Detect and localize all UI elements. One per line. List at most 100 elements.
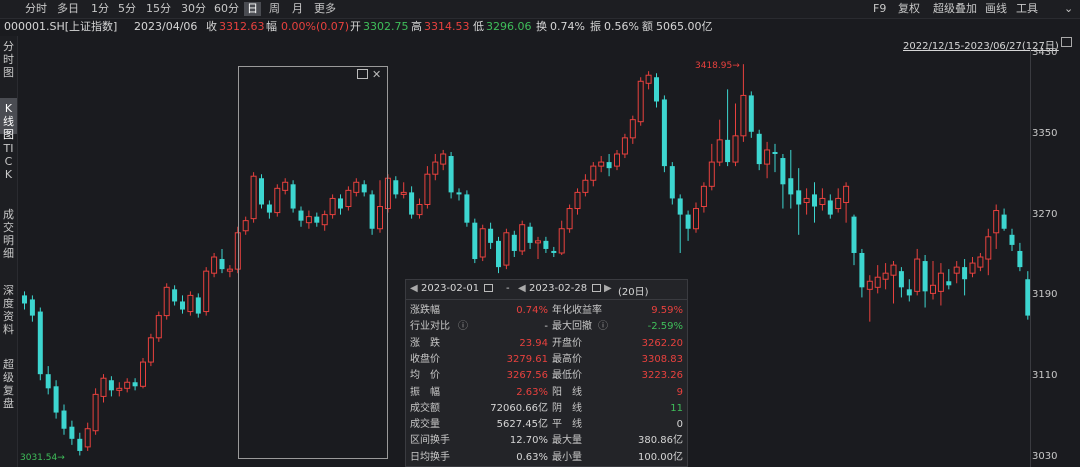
toolbar-right-2[interactable]: 超级叠加 (933, 2, 977, 16)
stats-v2: 3223.26 (641, 370, 683, 382)
stats-l2: 阳 线 (552, 386, 582, 398)
stats-row: 日均换手 0.63% 最小量 100.00亿 (406, 451, 687, 464)
candle-body (788, 178, 794, 195)
timeframe-toolbar: 分时 多日 1分 5分 15分 30分 60分日周月更多 F9 复权 超级叠加 画线 工具 ⌄ (0, 0, 1080, 19)
candle-body (740, 94, 747, 137)
close-value: 3312.63 (219, 20, 265, 33)
chevron-down-icon[interactable]: ⌄ (1064, 2, 1073, 16)
candle-body (155, 315, 162, 339)
timeframe-8[interactable]: 周 (266, 2, 283, 16)
stats-v1: - (544, 321, 548, 333)
left-sidebar: 分时图 K线图 TICK 成交明细深度资料超级复盘 (0, 36, 18, 467)
candle-body (496, 240, 501, 268)
sidebar-tab-5[interactable]: 超级复盘 (0, 354, 17, 424)
candle-body (985, 236, 992, 260)
candle-body (456, 192, 462, 195)
prev-icon[interactable]: ◀ (410, 283, 418, 294)
stats-row: 涨 跌 23.94 开盘价 3262.20 (406, 337, 687, 350)
candle-body (645, 74, 652, 84)
low-label: 低 (473, 20, 484, 33)
stats-l: 日均换手 (410, 451, 450, 463)
stats-v2: 380.86亿 (638, 435, 683, 447)
timeframe-9[interactable]: 月 (289, 2, 306, 16)
candle-body (1009, 234, 1015, 245)
candle-body (511, 234, 517, 251)
stats-l2: 最小量 (552, 451, 582, 463)
stats-v1: 12.70% (509, 435, 548, 447)
candle-body (535, 240, 541, 244)
timeframe-5[interactable]: 30分 (178, 2, 209, 16)
stats-row: 成交量 5627.45亿平 线 0 (406, 418, 687, 431)
low-mark-value: 3031.54 (20, 453, 58, 463)
candle-body (124, 381, 131, 389)
toolbar-right-4[interactable]: 工具 (1016, 2, 1038, 16)
stats-l2: 最大回撤 (552, 321, 592, 333)
timeframe-1[interactable]: 多日 (54, 2, 82, 16)
close-icon[interactable]: ✕ (372, 69, 383, 80)
timeframe-3[interactable]: 5分 (115, 2, 139, 16)
candle-body (725, 139, 731, 163)
sidebar-tab-0[interactable]: 分时图 (0, 36, 17, 94)
start-date[interactable]: 2023-02-01 (421, 283, 479, 294)
sidebar-tab-label: 深度资料 (3, 284, 14, 336)
help-icon[interactable]: ⓘ (598, 320, 608, 333)
stats-l2: 阴 线 (552, 402, 582, 414)
end-date[interactable]: 2023-02-28 (529, 283, 587, 294)
price-axis (1030, 50, 1080, 467)
stats-l: 成交量 (410, 419, 440, 431)
sidebar-tab-label: 成交明细 (3, 208, 14, 260)
sidebar-tab-4[interactable]: 深度资料 (0, 280, 17, 350)
toolbar-right-3[interactable]: 画线 (985, 2, 1007, 16)
sidebar-tab-2[interactable]: TICK (0, 138, 17, 200)
candle-body (614, 153, 620, 167)
candle-body (693, 208, 699, 230)
candle-body (629, 119, 636, 139)
candle-body (582, 179, 589, 193)
start-calendar-icon[interactable] (484, 283, 493, 294)
stats-v2: 9.59% (651, 305, 683, 316)
candle-body (448, 156, 454, 193)
toolbar-right-0[interactable]: F9 (873, 2, 886, 16)
timeframe-0[interactable]: 分时 (22, 2, 50, 16)
turnover-label: 换 (536, 20, 547, 33)
timeframe-4[interactable]: 15分 (143, 2, 174, 16)
candle-body (108, 380, 114, 391)
next-icon[interactable]: ▶ (604, 283, 612, 294)
restore-icon[interactable] (357, 69, 368, 79)
timeframe-6[interactable]: 60分 (211, 2, 242, 16)
stock-code: 000001.SH[上证指数] (4, 20, 118, 33)
candle-body (827, 200, 833, 215)
stats-v1: 2.63% (516, 386, 548, 398)
stats-l: 收盘价 (410, 353, 440, 365)
sidebar-tab-3[interactable]: 成交明细 (0, 204, 17, 276)
toolbar-right-1[interactable]: 复权 (898, 2, 920, 16)
stats-row: 收盘价 3279.61 最高价 3308.83 (406, 353, 687, 366)
stats-v2: 0 (676, 419, 683, 431)
end-calendar-icon[interactable] (592, 283, 601, 294)
calendar-icon[interactable] (1061, 37, 1072, 47)
candle-body (677, 198, 683, 215)
high-mark-value: 3418.95 (695, 61, 733, 71)
candle-body (685, 214, 691, 229)
timeframe-2[interactable]: 1分 (88, 2, 112, 16)
candle-body (843, 185, 850, 203)
timeframe-7[interactable]: 日 (244, 2, 261, 16)
candle-body (479, 228, 486, 258)
candle-body (84, 428, 91, 448)
candle-body (669, 166, 675, 199)
timeframe-10[interactable]: 更多 (311, 2, 339, 16)
stats-row: 振 幅 2.63% 阳 线 9 (406, 386, 687, 399)
candle-body (708, 161, 715, 187)
stats-v2: 100.00亿 (638, 451, 683, 463)
range-selection-box[interactable]: ✕ (238, 66, 388, 459)
candle-body (393, 180, 399, 195)
candle-body (574, 191, 581, 210)
candle-body (661, 99, 667, 167)
candle-body (226, 268, 233, 272)
amount-value: 5065.00亿 (656, 20, 713, 33)
candle-body (558, 228, 565, 254)
stats-l: 涨 跌 (410, 337, 440, 349)
help-icon[interactable]: ⓘ (458, 320, 468, 333)
arrow-icon[interactable]: ◀ (518, 283, 526, 294)
sidebar-tab-1[interactable]: K线图 (0, 98, 17, 141)
